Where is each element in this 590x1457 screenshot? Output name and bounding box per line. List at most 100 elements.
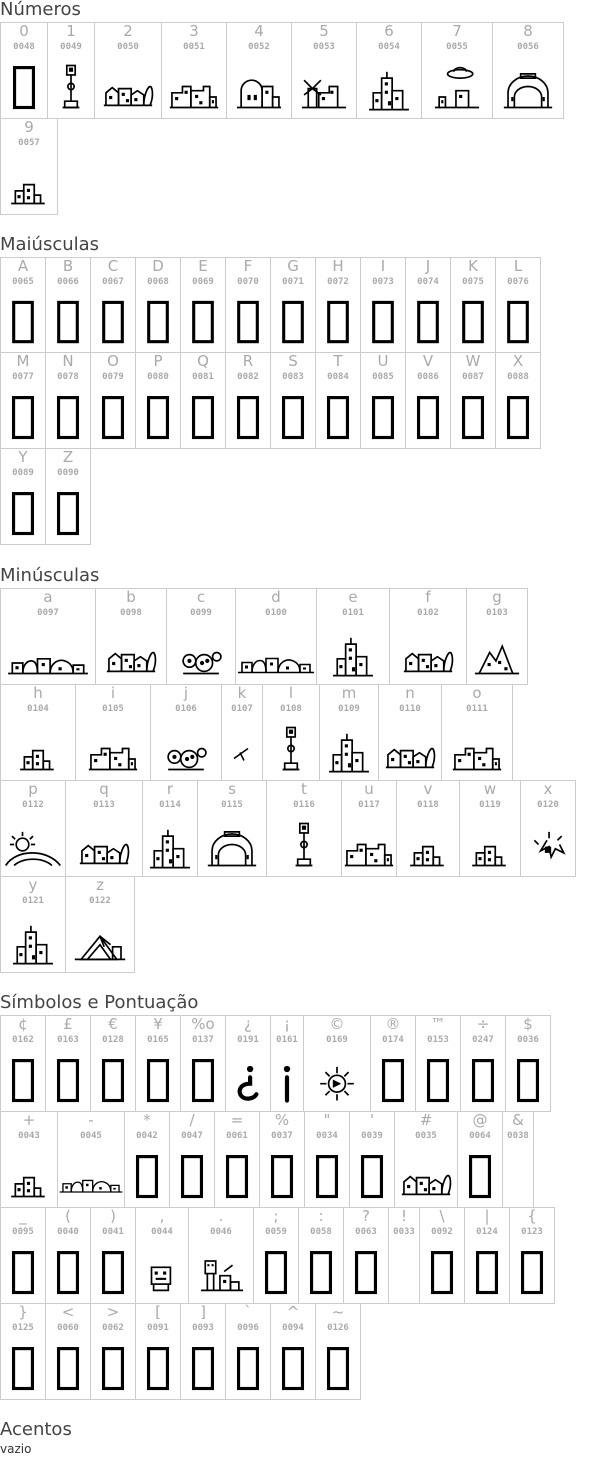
glyph-cell[interactable]: {0123 [509,1207,555,1304]
glyph-cell[interactable]: ~0126 [315,1303,361,1400]
glyph-cell[interactable]: U 0085 [360,352,406,449]
glyph-cell[interactable]: c 0099 [166,588,236,685]
glyph-cell[interactable]: I 0073 [360,257,406,353]
glyph-cell[interactable]: u 0117 [341,780,397,877]
glyph-cell[interactable]: N 0078 [45,352,91,449]
glyph-cell[interactable]: (0040 [45,1207,91,1304]
glyph-cell[interactable]: y 0121 [0,876,66,973]
glyph-cell[interactable]: £0163 [45,1015,91,1112]
glyph-cell[interactable]: 6 0054 [356,22,422,119]
glyph-cell[interactable]: ) 0041 [90,1207,136,1304]
glyph-cell[interactable]: r 0114 [142,780,198,877]
glyph-cell[interactable]: <0060 [45,1303,91,1400]
glyph-cell[interactable]: H 0072 [315,257,361,353]
glyph-cell[interactable]: ^ 0094 [270,1303,316,1400]
glyph-cell[interactable]: ¡ 0161 [270,1015,304,1112]
glyph-cell[interactable]: @0064 [457,1111,503,1208]
glyph-cell[interactable]: ] 0093 [180,1303,226,1400]
glyph-cell[interactable]: C 0067 [90,257,136,353]
glyph-cell[interactable]: Z 0090 [45,448,91,545]
glyph-cell[interactable]: i 0105 [75,684,151,781]
glyph-cell[interactable]: O 0079 [90,352,136,449]
glyph-cell[interactable]: D 0068 [135,257,181,353]
glyph-cell[interactable]: t 0116 [266,780,342,877]
glyph-cell[interactable]: T 0084 [315,352,361,449]
glyph-cell[interactable]: j 0106 [150,684,222,781]
glyph-cell[interactable]: ? 0063 [343,1207,389,1304]
glyph-cell[interactable]: F 0070 [225,257,271,353]
glyph-cell[interactable]: o 0111 [441,684,513,781]
glyph-cell[interactable]: a 0097 [0,588,96,685]
glyph-cell[interactable]: . 0046 [188,1207,254,1304]
glyph-cell[interactable]: " 0034 [304,1111,350,1208]
glyph-cell[interactable]: z 0122 [65,876,135,973]
glyph-cell[interactable]: ¥0165 [135,1015,181,1112]
glyph-cell[interactable]: p 0112 [0,780,66,877]
glyph-cell[interactable]: * 0042 [124,1111,170,1208]
glyph-cell[interactable]: ¿ 0191 [225,1015,271,1112]
glyph-cell[interactable]: q 0113 [65,780,143,877]
glyph-cell[interactable]: ; 0059 [253,1207,299,1304]
glyph-cell[interactable]: l 0108 [262,684,320,781]
glyph-cell[interactable]: \ 0092 [419,1207,465,1304]
glyph-cell[interactable]: A 0065 [0,257,46,353]
glyph-cell[interactable]: >0062 [90,1303,136,1400]
glyph-cell[interactable]: = 0061 [214,1111,260,1208]
glyph-cell[interactable]: %o 0137 [180,1015,226,1112]
glyph-cell[interactable]: $0036 [505,1015,551,1112]
glyph-cell[interactable]: ` 0096 [225,1303,271,1400]
glyph-cell[interactable]: m 0109 [319,684,379,781]
glyph-cell[interactable]: d 0100 [235,588,317,685]
glyph-cell[interactable]: - 0045 [57,1111,125,1208]
glyph-cell[interactable]: % 0037 [259,1111,305,1208]
glyph-cell[interactable]: w 0119 [459,780,521,877]
glyph-cell[interactable]: b 0098 [95,588,167,685]
glyph-cell[interactable]: €0128 [90,1015,136,1112]
glyph-cell[interactable]: ' 0039 [349,1111,395,1208]
glyph-cell[interactable]: W 0087 [450,352,496,449]
glyph-cell[interactable]: V 0086 [405,352,451,449]
glyph-cell[interactable]: #0035 [394,1111,458,1208]
glyph-cell[interactable]: © 0169 [303,1015,371,1112]
glyph-cell[interactable]: g 0103 [466,588,528,685]
glyph-cell[interactable]: 3 0051 [161,22,227,119]
glyph-cell[interactable]: } 0125 [0,1303,46,1400]
glyph-cell[interactable]: Y 0089 [0,448,46,545]
glyph-cell[interactable]: ™ 0153 [415,1015,461,1112]
glyph-cell[interactable]: h 0104 [0,684,76,781]
glyph-cell[interactable]: f 0102 [389,588,467,685]
glyph-cell[interactable]: 4 0052 [226,22,292,119]
glyph-cell[interactable]: v 0118 [396,780,460,877]
glyph-cell[interactable]: n 0110 [378,684,442,781]
glyph-cell[interactable]: ¢ 0162 [0,1015,46,1112]
glyph-cell[interactable]: : 0058 [298,1207,344,1304]
glyph-cell[interactable]: M 0077 [0,352,46,449]
glyph-cell[interactable]: L 0076 [495,257,541,353]
glyph-cell[interactable]: E 0069 [180,257,226,353]
glyph-cell[interactable]: | 0124 [464,1207,510,1304]
glyph-cell[interactable]: G 0071 [270,257,316,353]
glyph-cell[interactable]: P 0080 [135,352,181,449]
glyph-cell[interactable]: 0 0048 [0,22,48,119]
glyph-cell[interactable]: & 0038 [502,1111,534,1208]
glyph-cell[interactable]: _ 0095 [0,1207,46,1304]
glyph-cell[interactable]: B 0066 [45,257,91,353]
glyph-cell[interactable]: e 0101 [316,588,390,685]
glyph-cell[interactable]: , 0044 [135,1207,189,1304]
glyph-cell[interactable]: s 0115 [197,780,267,877]
glyph-cell[interactable]: 8 0056 [492,22,564,119]
glyph-cell[interactable]: ! 0033 [388,1207,420,1304]
glyph-cell[interactable]: k 0107 [221,684,263,781]
glyph-cell[interactable]: R 0082 [225,352,271,449]
glyph-cell[interactable]: 1 0049 [47,22,95,119]
glyph-cell[interactable]: X 0088 [495,352,541,449]
glyph-cell[interactable]: ÷ 0247 [460,1015,506,1112]
glyph-cell[interactable]: 9 0057 [0,118,58,215]
glyph-cell[interactable]: K 0075 [450,257,496,353]
glyph-cell[interactable]: x 0120 [520,780,576,877]
glyph-cell[interactable]: 5 0053 [291,22,357,119]
glyph-cell[interactable]: Q 0081 [180,352,226,449]
glyph-cell[interactable]: / 0047 [169,1111,215,1208]
glyph-cell[interactable]: 7 0055 [421,22,493,119]
glyph-cell[interactable]: 2 0050 [94,22,162,119]
